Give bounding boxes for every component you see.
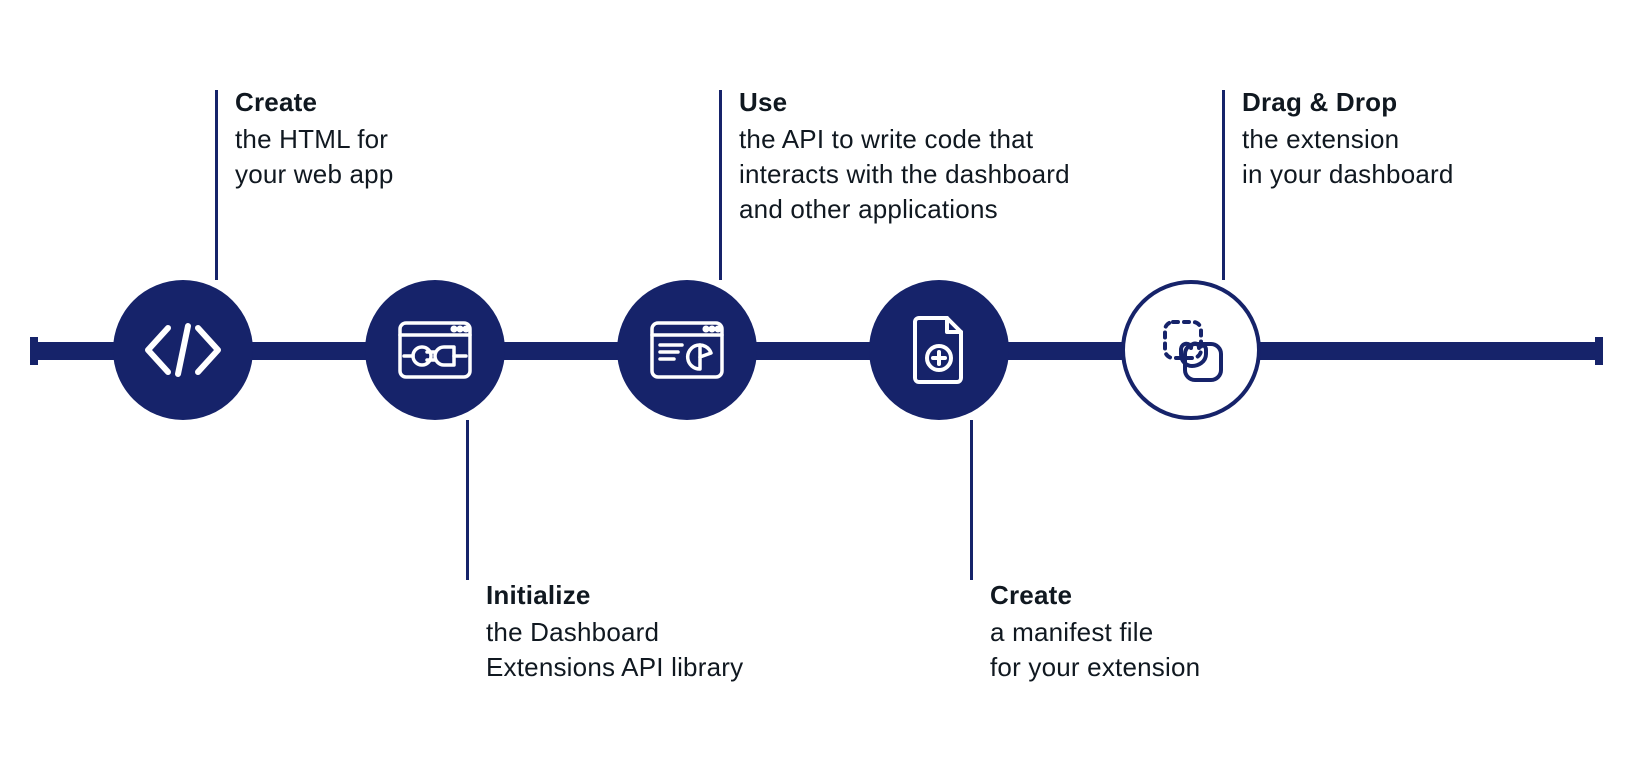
- timeline-cap-left: [30, 337, 38, 365]
- node-create-html: [113, 280, 253, 420]
- node-initialize: [365, 280, 505, 420]
- timeline-cap-right: [1595, 337, 1603, 365]
- label-step-2: Initialize the DashboardExtensions API l…: [486, 578, 816, 685]
- code-icon: [140, 322, 226, 378]
- dashboard-icon: [648, 319, 726, 381]
- node-create-manifest: [869, 280, 1009, 420]
- node-use-api: [617, 280, 757, 420]
- step-title: Create: [990, 578, 1290, 613]
- connector-step-5: [1222, 90, 1225, 280]
- label-step-4: Create a manifest filefor your extension: [990, 578, 1290, 685]
- plugin-icon: [396, 319, 474, 381]
- step-desc: a manifest filefor your extension: [990, 615, 1290, 685]
- node-drag-drop: [1121, 280, 1261, 420]
- step-title: Use: [739, 85, 1139, 120]
- connector-step-4: [970, 420, 973, 580]
- file-add-icon: [909, 314, 969, 386]
- step-title: Initialize: [486, 578, 816, 613]
- step-desc: the extensionin your dashboard: [1242, 122, 1542, 192]
- label-step-1: Create the HTML foryour web app: [235, 85, 495, 192]
- step-title: Drag & Drop: [1242, 85, 1542, 120]
- connector-step-3: [719, 90, 722, 280]
- timeline-bar: [30, 342, 1603, 360]
- label-step-5: Drag & Drop the extensionin your dashboa…: [1242, 85, 1542, 192]
- step-title: Create: [235, 85, 495, 120]
- drag-drop-icon: [1151, 310, 1231, 390]
- step-desc: the HTML foryour web app: [235, 122, 495, 192]
- label-step-3: Use the API to write code thatinteracts …: [739, 85, 1139, 227]
- connector-step-2: [466, 420, 469, 580]
- step-desc: the API to write code thatinteracts with…: [739, 122, 1139, 227]
- connector-step-1: [215, 90, 218, 280]
- step-desc: the DashboardExtensions API library: [486, 615, 816, 685]
- process-timeline: Create the HTML foryour web app Initiali…: [0, 0, 1633, 767]
